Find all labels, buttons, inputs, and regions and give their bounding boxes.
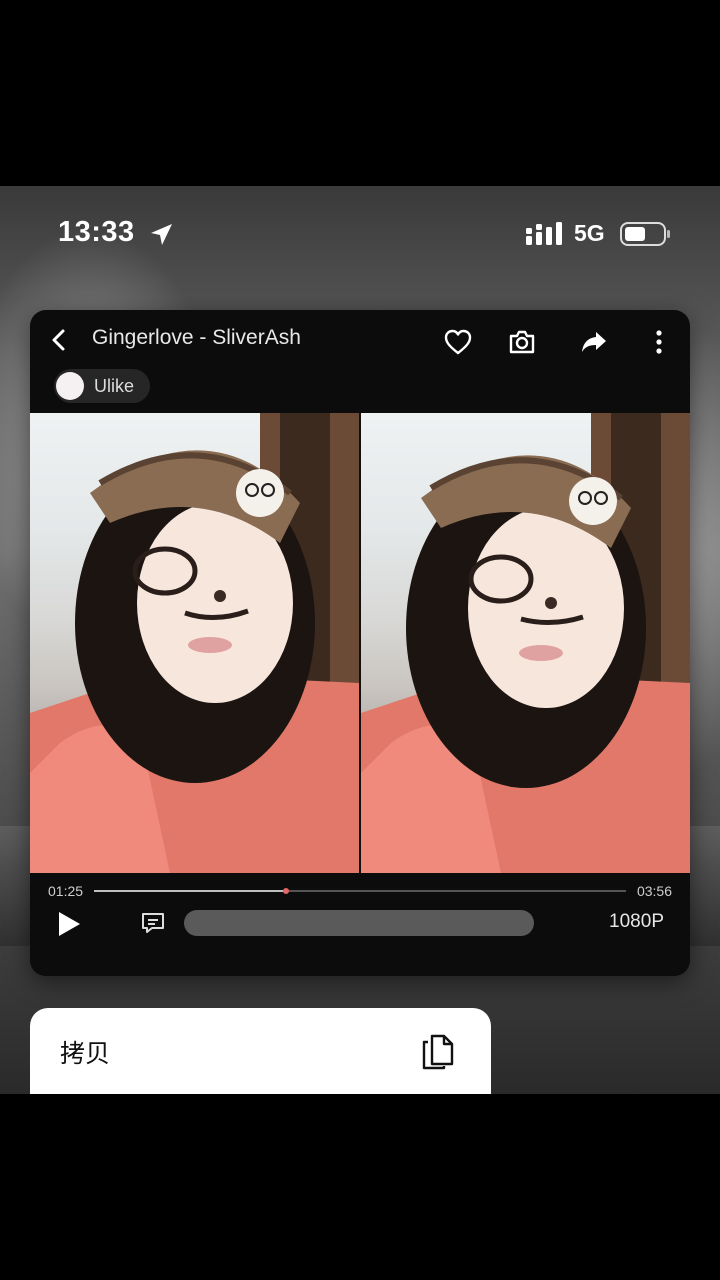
- avatar: [56, 372, 84, 400]
- current-time: 01:25: [48, 883, 84, 899]
- video-frame-right: [361, 413, 690, 873]
- quality-selector[interactable]: 1080P: [609, 911, 664, 933]
- copy-icon[interactable]: [420, 1030, 456, 1070]
- context-menu: 拷贝: [30, 1008, 491, 1094]
- seek-bar-knob[interactable]: [282, 888, 289, 894]
- camera-icon[interactable]: [508, 329, 536, 355]
- network-type: 5G: [574, 220, 605, 246]
- uploader-name: Ulike: [94, 375, 135, 396]
- copy-menu-item[interactable]: 拷贝: [60, 1034, 110, 1070]
- back-icon[interactable]: [48, 328, 72, 352]
- status-time: 13:33: [58, 216, 135, 248]
- video-content-illustration: [30, 413, 359, 873]
- status-bar: 13:33 5G: [0, 186, 720, 282]
- player-controls: 01:25 03:56 1080P: [30, 873, 690, 976]
- seek-bar-fill: [94, 890, 286, 892]
- danmaku-icon[interactable]: [140, 911, 166, 935]
- share-icon[interactable]: [580, 329, 608, 355]
- danmaku-input[interactable]: [184, 910, 534, 936]
- uploader-chip[interactable]: Ulike: [54, 369, 151, 403]
- video-title: Gingerlove - SliverAsh: [92, 326, 301, 349]
- heart-icon[interactable]: [444, 329, 472, 355]
- video-frame-left: [30, 413, 359, 873]
- more-icon[interactable]: [654, 329, 664, 355]
- play-icon[interactable]: [56, 910, 82, 938]
- video-content-illustration: [361, 413, 690, 873]
- total-time: 03:56: [636, 883, 672, 899]
- app-screen: 13:33 5G Gingerlove - SliverAsh Ulike 01…: [0, 186, 720, 1094]
- signal-icon: [526, 222, 562, 245]
- video-frame[interactable]: [30, 413, 690, 873]
- video-player-card: Gingerlove - SliverAsh Ulike 01:25 03:56…: [30, 310, 690, 976]
- location-arrow-icon: [151, 224, 172, 245]
- battery-icon: [620, 222, 670, 246]
- seek-bar[interactable]: [94, 888, 626, 894]
